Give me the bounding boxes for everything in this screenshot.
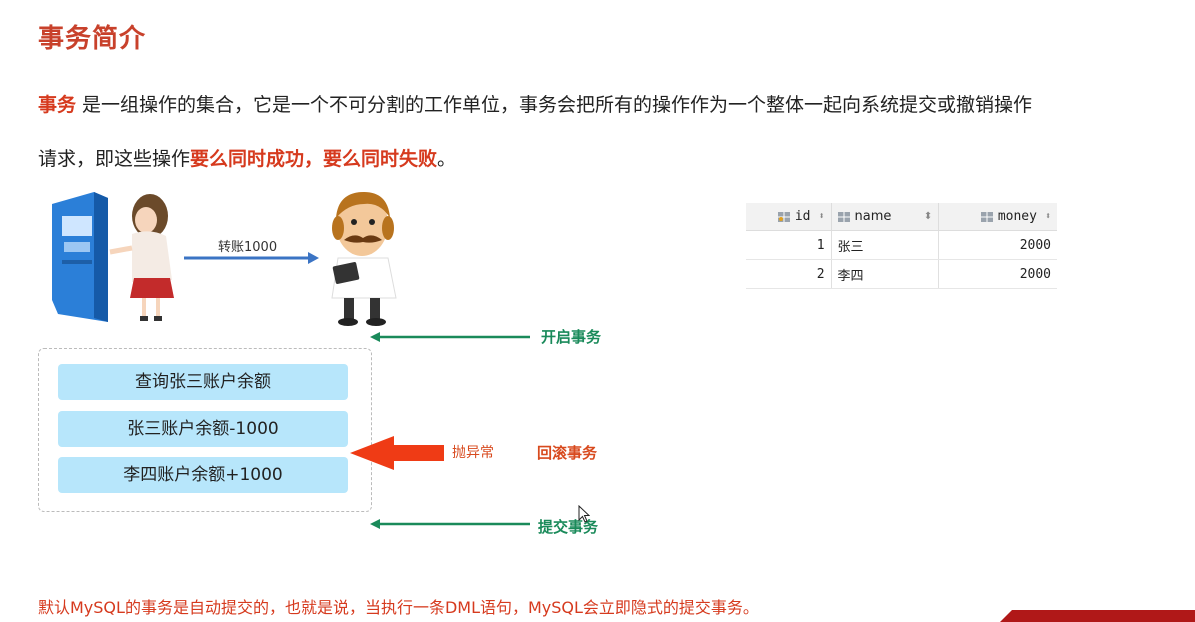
sort-icon[interactable]: ⬍ [819, 211, 825, 222]
cell-id[interactable]: 2 [746, 259, 832, 289]
table-row[interactable]: 1 张三 2000 [746, 230, 1057, 260]
page-title: 事务简介 [38, 24, 147, 54]
column-icon [837, 211, 850, 222]
begin-transaction-label: 开启事务 [541, 328, 602, 346]
column-header-name[interactable]: name ⬍ [831, 203, 940, 231]
account-table: id ⬍ name ⬍ money ⬍ 1 张三 2000 2 李四 2000 [746, 203, 1057, 289]
column-header-money[interactable]: money ⬍ [938, 203, 1057, 231]
cell-name[interactable]: 张三 [831, 230, 940, 260]
column-header-money-label: money [997, 209, 1037, 224]
corner-banner [1000, 610, 1195, 622]
mouse-cursor-icon [578, 505, 590, 523]
exception-arrow-icon [350, 436, 444, 470]
intro-line-1-text: 是一组操作的集合，它是一个不可分割的工作单位，事务会把所有的操作作为一个整体一起… [76, 94, 1033, 116]
cell-name[interactable]: 李四 [831, 259, 940, 289]
intro-line-1: 事务 是一组操作的集合，它是一个不可分割的工作单位，事务会把所有的操作作为一个整… [38, 90, 1178, 117]
table-row[interactable]: 2 李四 2000 [746, 259, 1057, 289]
cell-money[interactable]: 2000 [938, 259, 1057, 289]
operation-query-balance: 查询张三账户余额 [58, 364, 348, 400]
operation-credit: 李四账户余额+1000 [58, 457, 348, 493]
footer-note: 默认MySQL的事务是自动提交的，也就是说，当执行一条DML语句，MySQL会立… [38, 598, 759, 617]
intro-line-2: 请求，即这些操作要么同时成功，要么同时失败。 [38, 144, 1178, 171]
term-highlight: 事务 [38, 94, 77, 116]
column-header-id-label: id [794, 209, 811, 224]
intro-line-2-suffix: 。 [437, 148, 457, 170]
column-header-name-label: name [854, 209, 892, 224]
success-fail-highlight: 要么同时成功，要么同时失败 [190, 148, 438, 170]
transfer-arrow-icon [184, 252, 319, 264]
column-header-id[interactable]: id ⬍ [746, 203, 832, 231]
column-icon [980, 211, 993, 222]
sort-icon[interactable]: ⬍ [1045, 211, 1051, 222]
sort-icon[interactable]: ⬍ [924, 211, 932, 222]
cell-id[interactable]: 1 [746, 230, 832, 260]
atm-illustration: ATM [48, 190, 188, 325]
cell-money[interactable]: 2000 [938, 230, 1057, 260]
exception-label: 抛异常 [452, 445, 494, 461]
key-column-icon [777, 211, 790, 222]
begin-arrow-icon [370, 332, 530, 342]
intro-line-2-prefix: 请求，即这些操作 [38, 148, 191, 170]
operation-debit: 张三账户余额-1000 [58, 411, 348, 447]
rollback-label: 回滚事务 [537, 444, 598, 462]
commit-arrow-icon [370, 519, 530, 529]
boss-illustration [318, 188, 408, 326]
atm-text: ATM [108, 198, 123, 206]
